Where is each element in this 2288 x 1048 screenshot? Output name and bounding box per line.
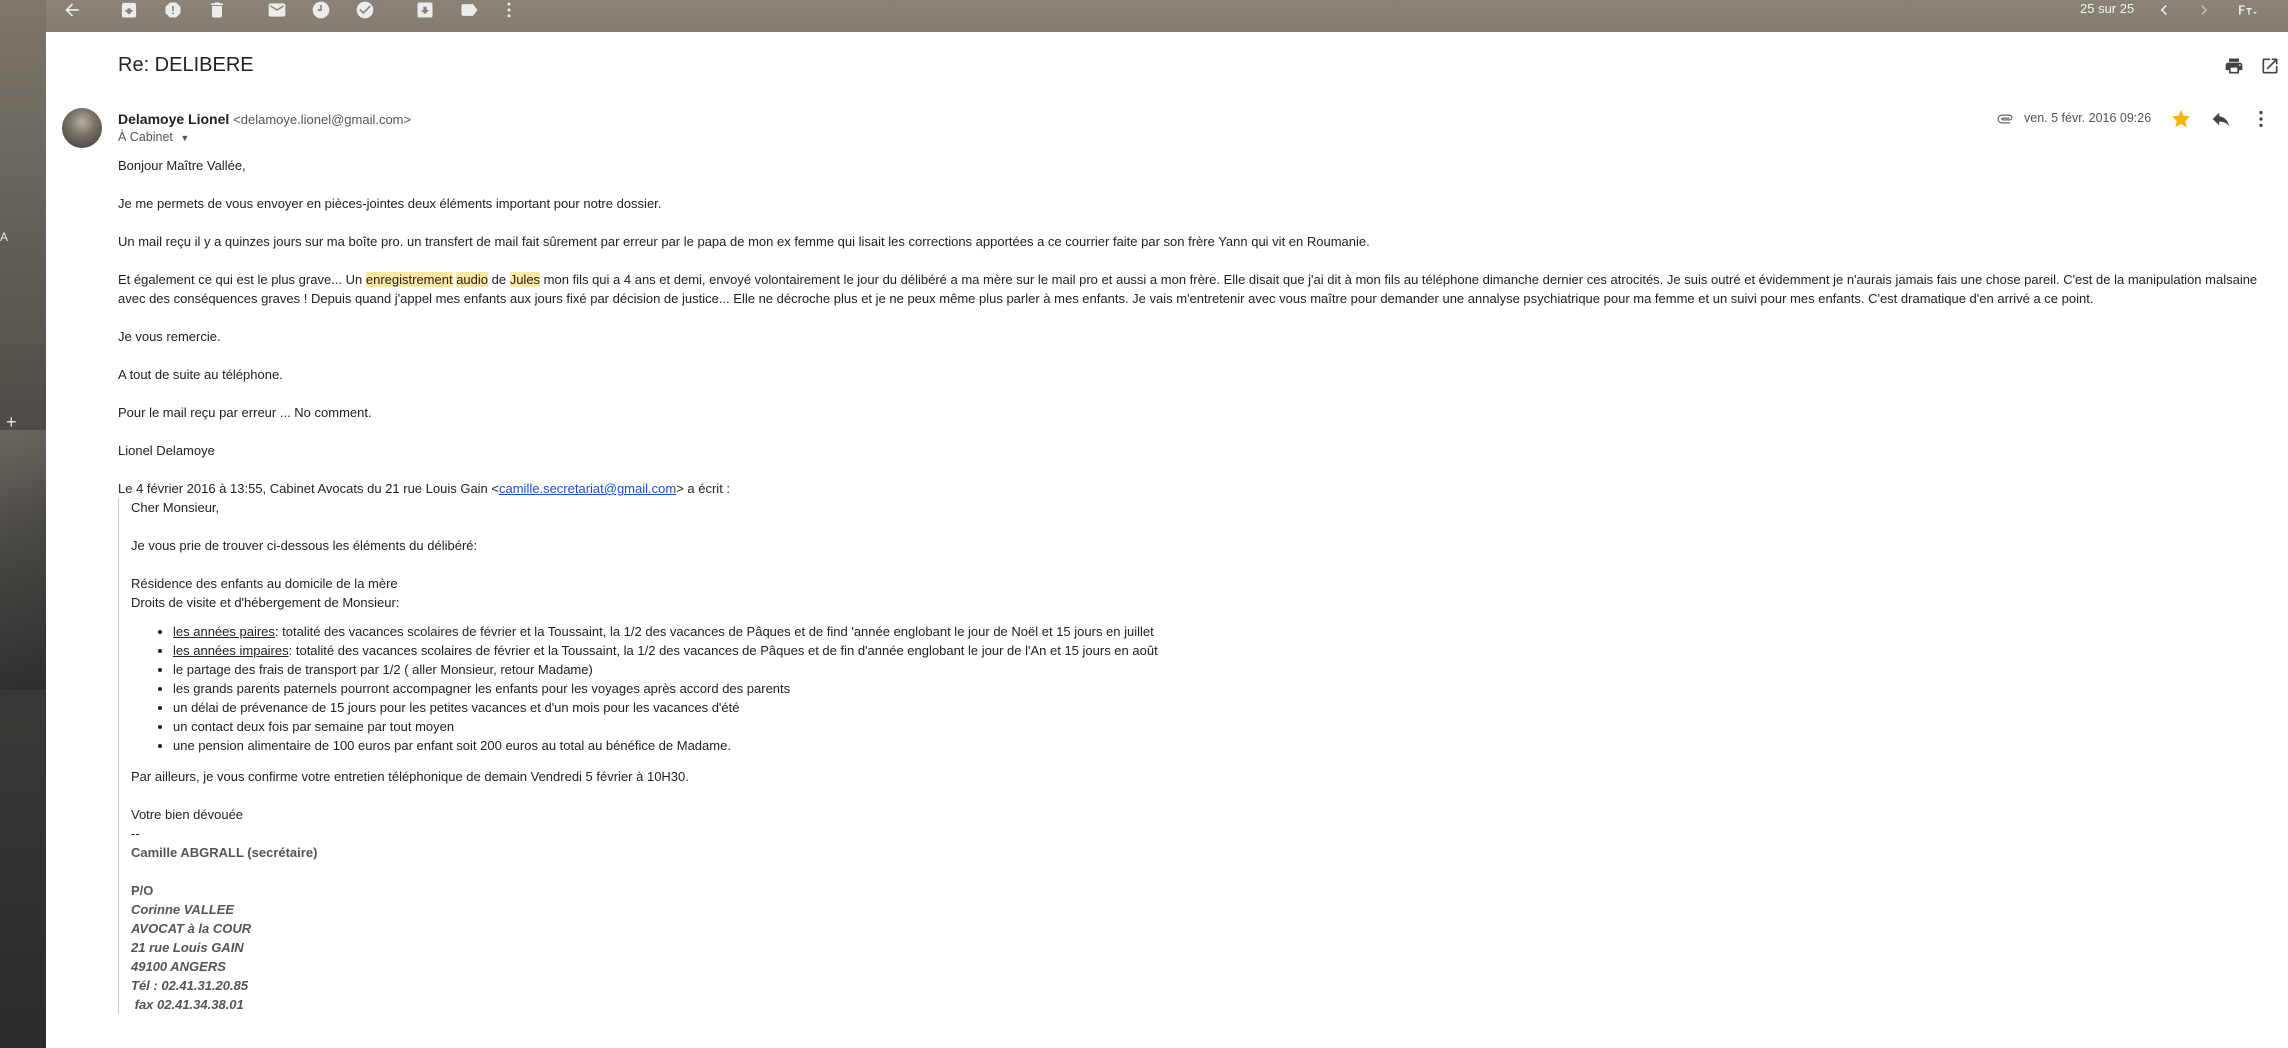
clock-icon[interactable] [309,0,333,20]
email-signature: Lionel Delamoye [118,443,215,458]
paperclip-icon [1996,112,2014,126]
deliberation-list-item: les années impaires: totalité des vacanc… [173,641,2258,660]
deliberation-list-item: une pension alimentaire de 100 euros par… [173,736,2258,755]
quote-paragraph: Droits de visite et d'hébergement de Mon… [131,595,400,610]
email-paragraph: Pour le mail reçu par erreur ... No comm… [118,405,372,420]
highlighted-term: audio [456,272,489,287]
highlighted-term: enregistrement [365,272,453,287]
quote-greeting: Cher Monsieur, [131,500,220,515]
caret-down-icon: ▼ [180,133,190,143]
add-icon[interactable]: + [6,412,17,433]
move-to-icon[interactable] [413,0,437,20]
report-spam-icon[interactable] [161,0,185,20]
chevron-right-icon[interactable] [2192,0,2216,20]
email-paragraph: A tout de suite au téléphone. [118,367,283,382]
lawyer-signature: Corinne VALLEE AVOCAT à la COUR 21 rue Lou… [131,900,2258,1014]
deliberation-list: les années paires: totalité des vacances… [131,622,2258,755]
label-icon[interactable] [457,0,481,20]
email-paragraph: Je me permets de vous envoyer en pièces-… [118,196,662,211]
signature-line: Tél : 02.41.31.20.85 [131,978,249,993]
email-greeting: Bonjour Maître Vallée, [118,158,246,173]
message-panel: Re: DELIBERE Delamoye Lionel <delamoye.l… [46,32,2288,1048]
highlighted-term: Jules [509,272,541,287]
open-in-new-icon[interactable] [2260,56,2280,76]
quote-paragraph: Résidence des enfants au domicile de la … [131,576,398,591]
reply-icon[interactable] [2210,108,2232,130]
toolbar: 25 sur 25 [0,0,2288,32]
background-wallpaper [0,0,46,1048]
quote-paragraph: Par ailleurs, je vous confirme votre ent… [131,769,689,784]
recipient-label: À Cabinet [118,130,173,144]
quoted-sender-link[interactable]: camille.secretariat@gmail.com [499,481,676,496]
wallpaper-letter-icon: A [0,230,9,244]
quote-closing: Votre bien dévouée [131,807,244,822]
deliberation-list-item: le partage des frais de transport par 1/… [173,660,2258,679]
more-vertical-icon[interactable] [497,0,521,20]
quote-attribution: Le 4 février 2016 à 13:55, Cabinet Avoca… [118,481,731,496]
archive-icon[interactable] [117,0,141,20]
email-date: ven. 5 févr. 2016 09:26 [2024,111,2152,125]
arrow-left-icon[interactable] [60,0,84,20]
sender-line: Delamoye Lionel <delamoye.lionel@gmail.c… [118,111,411,127]
star-icon[interactable] [2170,108,2192,130]
mail-icon[interactable] [265,0,289,20]
deliberation-list-item: un contact deux fois par semaine par tou… [173,717,2258,736]
print-icon[interactable] [2224,56,2244,76]
quoted-message: Cher Monsieur, Je vous prie de trouver c… [118,498,2258,1014]
deliberation-list-item: les grands parents paternels pourront ac… [173,679,2258,698]
recipient-dropdown[interactable]: À Cabinet ▼ [118,130,189,144]
quote-paragraph: Je vous prie de trouver ci-dessous les é… [131,538,478,553]
secretary-name: Camille ABGRALL (secrétaire) [131,845,318,860]
sender-name[interactable]: Delamoye Lionel [118,111,229,127]
signature-separator: -- [131,826,140,841]
email-paragraph: Un mail reçu il y a quinzes jours sur ma… [118,234,1370,249]
signature-line: 49100 ANGERS [131,959,226,974]
chevron-left-icon[interactable] [2152,0,2176,20]
signature-line: AVOCAT à la COUR [131,921,252,936]
email-subject: Re: DELIBERE [118,54,254,76]
signature-line: 21 rue Louis GAIN [131,940,244,955]
deliberation-list-item: un délai de prévenance de 15 jours pour … [173,698,2258,717]
more-vertical-icon[interactable] [2250,108,2272,130]
deliberation-list-item: les années paires: totalité des vacances… [173,622,2258,641]
email-paragraph: Je vous remercie. [118,329,221,344]
avatar[interactable] [62,108,102,148]
signature-line: Corinne VALLEE [131,902,235,917]
message-counter: 25 sur 25 [2080,1,2135,16]
sender-email: <delamoye.lionel@gmail.com> [233,112,412,127]
trash-icon[interactable] [205,0,229,20]
email-paragraph: Et également ce qui est le plus grave...… [118,272,2258,306]
signature-line: fax 02.41.34.38.01 [131,997,244,1012]
email-body: Bonjour Maître Vallée, Je me permets de … [118,156,2258,1014]
keyboard-icon[interactable] [2232,0,2262,20]
po-label: P/O [131,883,154,898]
task-icon[interactable] [353,0,377,20]
